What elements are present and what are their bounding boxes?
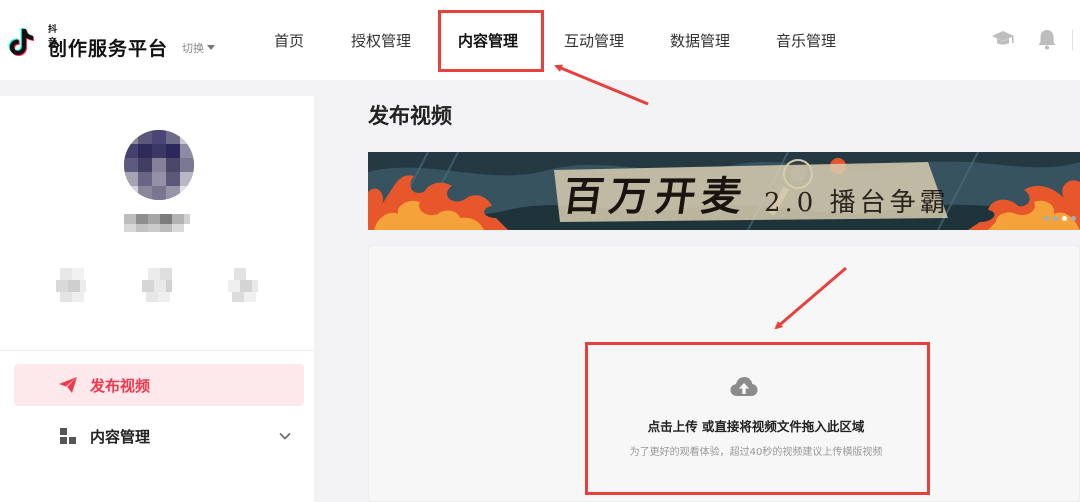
sidebar-item-label: 内容管理 xyxy=(90,428,151,446)
sidebar-item-publish-video[interactable]: 发布视频 xyxy=(14,364,304,406)
douyin-logo-icon xyxy=(8,28,35,56)
switch-button[interactable]: 切换 xyxy=(182,40,215,56)
campaign-banner[interactable]: 百万开麦 2.0 播台争霸 xyxy=(368,152,1080,230)
banner-headline: 百万开麦 xyxy=(560,173,751,220)
top-navigation-bar: 抖音 创作服务平台 切换 首页 授权管理 内容管理 互动管理 数据管理 音乐管理 xyxy=(0,0,1080,80)
avatar[interactable] xyxy=(124,130,194,200)
nav-item-content-management[interactable]: 内容管理 xyxy=(458,30,518,51)
bell-icon[interactable] xyxy=(1034,26,1060,52)
sidebar: 发布视频 内容管理 xyxy=(0,96,314,502)
caret-down-icon xyxy=(207,45,215,50)
graduation-cap-icon[interactable] xyxy=(990,26,1016,52)
page-title: 发布视频 xyxy=(368,104,452,128)
upload-dropzone[interactable] xyxy=(368,245,1080,502)
divider xyxy=(1072,30,1073,50)
banner-tagline: 2.0 播台争霸 xyxy=(764,188,950,218)
nav-item-music[interactable]: 音乐管理 xyxy=(776,30,836,51)
switch-label: 切换 xyxy=(182,42,204,55)
nav-item-interaction[interactable]: 互动管理 xyxy=(564,30,624,51)
nav-item-data[interactable]: 数据管理 xyxy=(670,30,730,51)
chevron-down-icon[interactable] xyxy=(278,429,292,443)
nav-item-home[interactable]: 首页 xyxy=(274,30,304,51)
sidebar-item-content-management[interactable]: 内容管理 xyxy=(14,415,304,457)
cloud-upload-icon[interactable] xyxy=(729,374,759,400)
banner-dots xyxy=(1044,216,1080,222)
sidebar-item-label: 发布视频 xyxy=(90,377,151,395)
upload-hint: 为了更好的观看体验，超过40秒的视频建议上传横版视频 xyxy=(629,447,883,458)
sidebar-divider xyxy=(0,350,314,351)
upload-instruction: 点击上传 或直接将视频文件拖入此区域 xyxy=(647,419,865,434)
brand-name: 创作服务平台 xyxy=(48,38,169,60)
paper-plane-icon xyxy=(59,377,77,393)
grid-icon xyxy=(60,426,78,444)
nav-item-authorization[interactable]: 授权管理 xyxy=(351,30,411,51)
